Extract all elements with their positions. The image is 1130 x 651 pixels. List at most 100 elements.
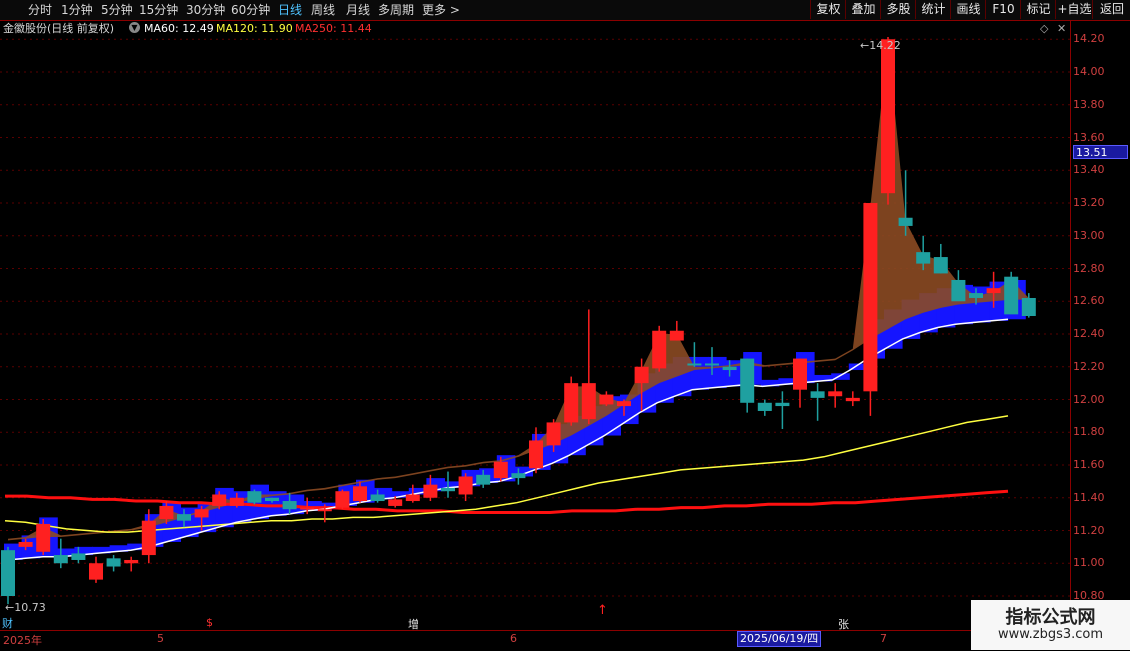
period-tab-2[interactable]: 5分钟: [101, 2, 133, 18]
date-axis: 2025年 5 6 7 2025/06/19/四: [0, 630, 1070, 651]
candle-body: [933, 257, 948, 274]
candle-body: [124, 559, 139, 564]
increase-marker[interactable]: 增: [408, 616, 419, 632]
candle-body: [405, 494, 420, 502]
candle-body: [53, 555, 68, 564]
ma120-label: MA120: 11.90: [216, 22, 293, 35]
candle-body: [916, 252, 931, 264]
candle-body: [1021, 297, 1036, 316]
y-tick-label: 11.40: [1073, 490, 1105, 504]
diamond-icon[interactable]: ◇: [1040, 21, 1048, 37]
candle-body: [581, 383, 596, 420]
candle-body: [441, 487, 455, 492]
date-label-year: 2025年: [3, 634, 42, 647]
ma60-label: MA60: 12.49: [144, 22, 214, 35]
period-tab-7[interactable]: 周线: [311, 2, 335, 18]
watermark-url: www.zbgs3.com: [997, 627, 1104, 642]
candle-body: [388, 499, 403, 506]
y-tick-label: 13.00: [1073, 228, 1105, 242]
watermark: 指标公式网 www.zbgs3.com: [971, 600, 1130, 650]
candle-body: [881, 39, 895, 194]
y-tick-label: 13.80: [1073, 97, 1105, 111]
limit-up-marker[interactable]: 张: [838, 616, 849, 632]
candle-body: [265, 497, 279, 502]
toolbar-button-1[interactable]: 叠加: [845, 0, 881, 19]
candle-body: [229, 497, 244, 506]
candle-body: [282, 501, 297, 510]
candle-body: [969, 293, 983, 298]
candle-body: [1, 550, 15, 596]
kline-chart[interactable]: [0, 37, 1070, 630]
candle-body: [634, 366, 649, 384]
candle-body: [18, 541, 33, 547]
candle-body: [775, 402, 790, 407]
y-tick-label: 13.40: [1073, 163, 1105, 177]
up-arrow-icon[interactable]: ↑: [597, 603, 608, 618]
y-tick-label: 13.20: [1073, 196, 1105, 210]
finance-marker[interactable]: 财: [2, 615, 13, 631]
toolbar-button-8[interactable]: 返回: [1092, 0, 1130, 19]
candle-body: [564, 383, 579, 423]
y-tick-label: 11.80: [1073, 425, 1105, 439]
period-toolbar: 分时 1分钟 5分钟 15分钟 30分钟 60分钟 日线 周线 月线 多周期 更多 > 复权 叠加 多股统…: [0, 0, 1130, 21]
y-tick-label: 14.00: [1073, 65, 1105, 79]
candle-body: [194, 509, 209, 518]
ma250-line: [5, 489, 1009, 514]
candle-body: [951, 279, 966, 302]
candle-body: [687, 363, 702, 366]
candle-body: [353, 486, 367, 502]
candle-body: [71, 553, 86, 560]
y-tick-label: 13.60: [1073, 130, 1105, 144]
candle-body: [669, 330, 684, 341]
candle-body: [863, 203, 878, 392]
y-tick-label: 12.20: [1073, 359, 1105, 373]
y-tick-label: 12.60: [1073, 294, 1105, 308]
candle-body: [493, 461, 508, 479]
chevron-down-icon[interactable]: ▼: [129, 22, 140, 33]
period-tab-1[interactable]: 1分钟: [61, 2, 93, 18]
toolbar-button-3[interactable]: 统计: [915, 0, 951, 19]
indicator-info-bar: 金徽股份(日线 前复权) ▼ MA60: 12.49 MA120: 11.90 …: [0, 21, 1070, 37]
toolbar-button-6[interactable]: 标记: [1020, 0, 1056, 19]
date-label-may: 5: [157, 632, 164, 645]
period-tab-4[interactable]: 30分钟: [186, 2, 225, 18]
dividend-marker[interactable]: $: [206, 616, 213, 629]
date-label-july: 7: [880, 632, 887, 645]
candle-body: [828, 391, 843, 397]
candle-body: [106, 558, 121, 567]
toolbar-button-0[interactable]: 复权: [810, 0, 846, 19]
period-tab-9[interactable]: 多周期: [378, 2, 414, 18]
candle-body: [740, 358, 755, 403]
candle-body: [177, 514, 191, 521]
close-icon[interactable]: ✕: [1057, 21, 1066, 37]
candle-body: [546, 422, 561, 446]
candle-body: [370, 494, 385, 502]
low-price-annotation: ←10.73: [5, 601, 46, 614]
toolbar-button-4[interactable]: 画线: [950, 0, 986, 19]
toolbar-button-5[interactable]: F10: [985, 0, 1021, 19]
candle-body: [511, 473, 526, 479]
toolbar-button-7[interactable]: +自选: [1055, 0, 1093, 19]
candle-body: [845, 397, 860, 402]
period-tab-3[interactable]: 15分钟: [139, 2, 178, 18]
candle-body: [722, 366, 737, 371]
period-tab-0[interactable]: 分时: [28, 2, 52, 18]
candle-body: [898, 217, 913, 226]
y-tick-label: 12.00: [1073, 392, 1105, 406]
toolbar-button-2[interactable]: 多股: [880, 0, 916, 19]
candle-body: [757, 402, 772, 411]
period-tab-5[interactable]: 60分钟: [231, 2, 270, 18]
period-tab-8[interactable]: 月线: [346, 2, 370, 18]
period-tab-6[interactable]: 日线: [278, 2, 302, 18]
period-tab-10[interactable]: 更多 >: [422, 2, 460, 18]
candle-body: [652, 330, 667, 369]
candle-body: [159, 505, 174, 520]
candle-body: [317, 509, 332, 512]
current-price-tag: 13.51: [1073, 145, 1128, 160]
y-tick-label: 12.80: [1073, 261, 1105, 275]
candle-body: [705, 363, 719, 366]
stock-title: 金徽股份(日线 前复权): [3, 22, 115, 35]
candle-body: [793, 358, 807, 390]
candle-body: [529, 440, 543, 469]
y-tick-label: 11.60: [1073, 458, 1105, 471]
